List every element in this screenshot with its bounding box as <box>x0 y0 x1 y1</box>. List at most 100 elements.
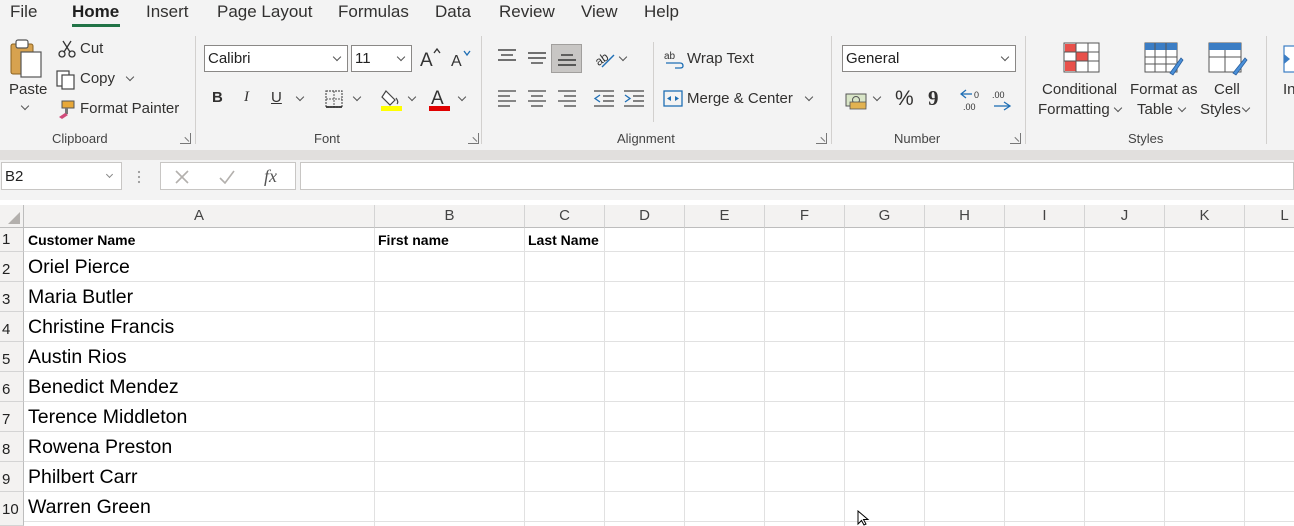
cut-icon[interactable] <box>58 40 76 58</box>
row-header-1[interactable]: 1 <box>0 228 24 252</box>
row-header-2[interactable]: 2 <box>0 252 24 282</box>
formula-input[interactable] <box>300 162 1294 190</box>
underline-dropdown-icon[interactable] <box>295 92 305 102</box>
column-header-j[interactable]: J <box>1085 205 1165 228</box>
borders-dropdown-icon[interactable] <box>352 92 362 102</box>
cell-a6[interactable]: Benedict Mendez <box>28 376 179 399</box>
name-box[interactable]: B2 <box>1 162 122 190</box>
copy-button[interactable]: Copy <box>80 70 115 87</box>
column-header-g[interactable]: G <box>845 205 925 228</box>
enter-icon[interactable] <box>219 170 235 184</box>
cell-c1[interactable]: Last Name <box>528 232 599 248</box>
conditional-formatting-label-2[interactable]: Formatting <box>1038 101 1110 118</box>
font-color-icon[interactable]: A <box>428 86 452 112</box>
fill-color-dropdown-icon[interactable] <box>407 92 417 102</box>
alignment-launcher-icon[interactable] <box>816 133 827 144</box>
tab-home[interactable]: Home <box>72 2 119 22</box>
top-align-icon[interactable] <box>497 48 517 64</box>
formula-bar-grip-icon[interactable] <box>136 168 142 186</box>
insert-cells-icon[interactable] <box>1280 44 1294 74</box>
column-header-l[interactable]: L <box>1245 205 1294 228</box>
copy-icon[interactable] <box>56 70 76 90</box>
number-launcher-icon[interactable] <box>1010 133 1021 144</box>
paste-dropdown-icon[interactable] <box>20 101 30 111</box>
column-header-c[interactable]: C <box>525 205 605 228</box>
cell-styles-dropdown-icon[interactable] <box>1241 103 1251 113</box>
conditional-formatting-label-1[interactable]: Conditional <box>1042 81 1117 98</box>
fill-color-icon[interactable] <box>380 87 404 111</box>
paste-button[interactable] <box>8 38 46 85</box>
column-header-k[interactable]: K <box>1165 205 1245 228</box>
tab-data[interactable]: Data <box>435 2 471 22</box>
tab-file[interactable]: File <box>10 2 37 22</box>
format-painter-button[interactable]: Format Painter <box>80 100 179 117</box>
orientation-icon[interactable]: ab <box>594 47 618 69</box>
cell-styles-icon[interactable] <box>1208 42 1248 76</box>
row-header-9[interactable]: 9 <box>0 462 24 492</box>
decrease-decimal-icon[interactable]: .00 <box>990 88 1016 112</box>
cell-styles-label-1[interactable]: Cell <box>1214 81 1240 98</box>
cell-a1[interactable]: Customer Name <box>28 232 135 248</box>
row-header-3[interactable]: 3 <box>0 282 24 312</box>
font-launcher-icon[interactable] <box>468 133 479 144</box>
merge-center-dropdown-icon[interactable] <box>804 92 814 102</box>
row-header-5[interactable]: 5 <box>0 342 24 372</box>
italic-button[interactable]: I <box>244 89 249 106</box>
format-as-table-label-1[interactable]: Format as <box>1130 81 1198 98</box>
insert-function-button[interactable]: fx <box>264 166 277 187</box>
align-right-icon[interactable] <box>557 89 577 107</box>
increase-decimal-icon[interactable]: 0 .00 <box>960 88 986 112</box>
cell-a5[interactable]: Austin Rios <box>28 346 127 369</box>
comma-style-button[interactable]: 9 <box>928 86 939 111</box>
worksheet-grid[interactable]: A B C D E F G H I J K L 1 2 3 4 5 6 7 8 … <box>0 205 1294 526</box>
column-header-d[interactable]: D <box>605 205 685 228</box>
align-left-icon[interactable] <box>497 89 517 107</box>
align-center-icon[interactable] <box>527 89 547 107</box>
accounting-dropdown-icon[interactable] <box>872 92 882 102</box>
middle-align-icon[interactable] <box>527 50 547 66</box>
tab-page-layout[interactable]: Page Layout <box>217 2 312 22</box>
row-header-4[interactable]: 4 <box>0 312 24 342</box>
accounting-format-icon[interactable] <box>845 90 869 110</box>
orientation-dropdown-icon[interactable] <box>618 52 628 62</box>
row-header-10[interactable]: 10 <box>0 492 24 526</box>
cell-a8[interactable]: Rowena Preston <box>28 436 172 459</box>
column-header-f[interactable]: F <box>765 205 845 228</box>
bottom-align-button[interactable] <box>551 44 582 73</box>
cell-a2[interactable]: Oriel Pierce <box>28 256 130 279</box>
paste-label[interactable]: Paste <box>9 81 47 98</box>
bold-button[interactable]: B <box>212 89 223 106</box>
format-as-table-dropdown-icon[interactable] <box>1177 103 1187 113</box>
decrease-font-size-icon[interactable]: A <box>450 49 472 71</box>
wrap-text-icon[interactable]: ab <box>664 49 684 69</box>
decrease-indent-icon[interactable] <box>593 89 615 107</box>
tab-help[interactable]: Help <box>644 2 679 22</box>
font-family-select[interactable]: Calibri <box>204 45 348 72</box>
column-header-h[interactable]: H <box>925 205 1005 228</box>
increase-font-size-icon[interactable]: A <box>419 47 441 69</box>
tab-review[interactable]: Review <box>499 2 555 22</box>
borders-icon[interactable] <box>324 89 344 109</box>
merge-center-icon[interactable] <box>663 89 683 109</box>
merge-center-button[interactable]: Merge & Center <box>687 90 793 107</box>
tab-formulas[interactable]: Formulas <box>338 2 409 22</box>
clipboard-launcher-icon[interactable] <box>180 133 191 144</box>
conditional-formatting-dropdown-icon[interactable] <box>1113 103 1123 113</box>
font-size-select[interactable]: 11 <box>351 45 412 72</box>
column-header-e[interactable]: E <box>685 205 765 228</box>
conditional-formatting-icon[interactable] <box>1063 42 1101 74</box>
increase-indent-icon[interactable] <box>623 89 645 107</box>
wrap-text-button[interactable]: Wrap Text <box>687 50 754 67</box>
cell-a4[interactable]: Christine Francis <box>28 316 174 339</box>
column-header-b[interactable]: B <box>375 205 525 228</box>
tab-insert[interactable]: Insert <box>146 2 189 22</box>
copy-dropdown-icon[interactable] <box>125 72 135 82</box>
percent-style-button[interactable]: % <box>895 87 914 111</box>
select-all-button[interactable] <box>0 205 24 228</box>
format-as-table-icon[interactable] <box>1144 42 1184 76</box>
cell-styles-label-2[interactable]: Styles <box>1200 101 1241 118</box>
format-as-table-label-2[interactable]: Table <box>1137 101 1173 118</box>
cell-a7[interactable]: Terence Middleton <box>28 406 187 429</box>
font-color-dropdown-icon[interactable] <box>457 92 467 102</box>
cut-button[interactable]: Cut <box>80 40 103 57</box>
